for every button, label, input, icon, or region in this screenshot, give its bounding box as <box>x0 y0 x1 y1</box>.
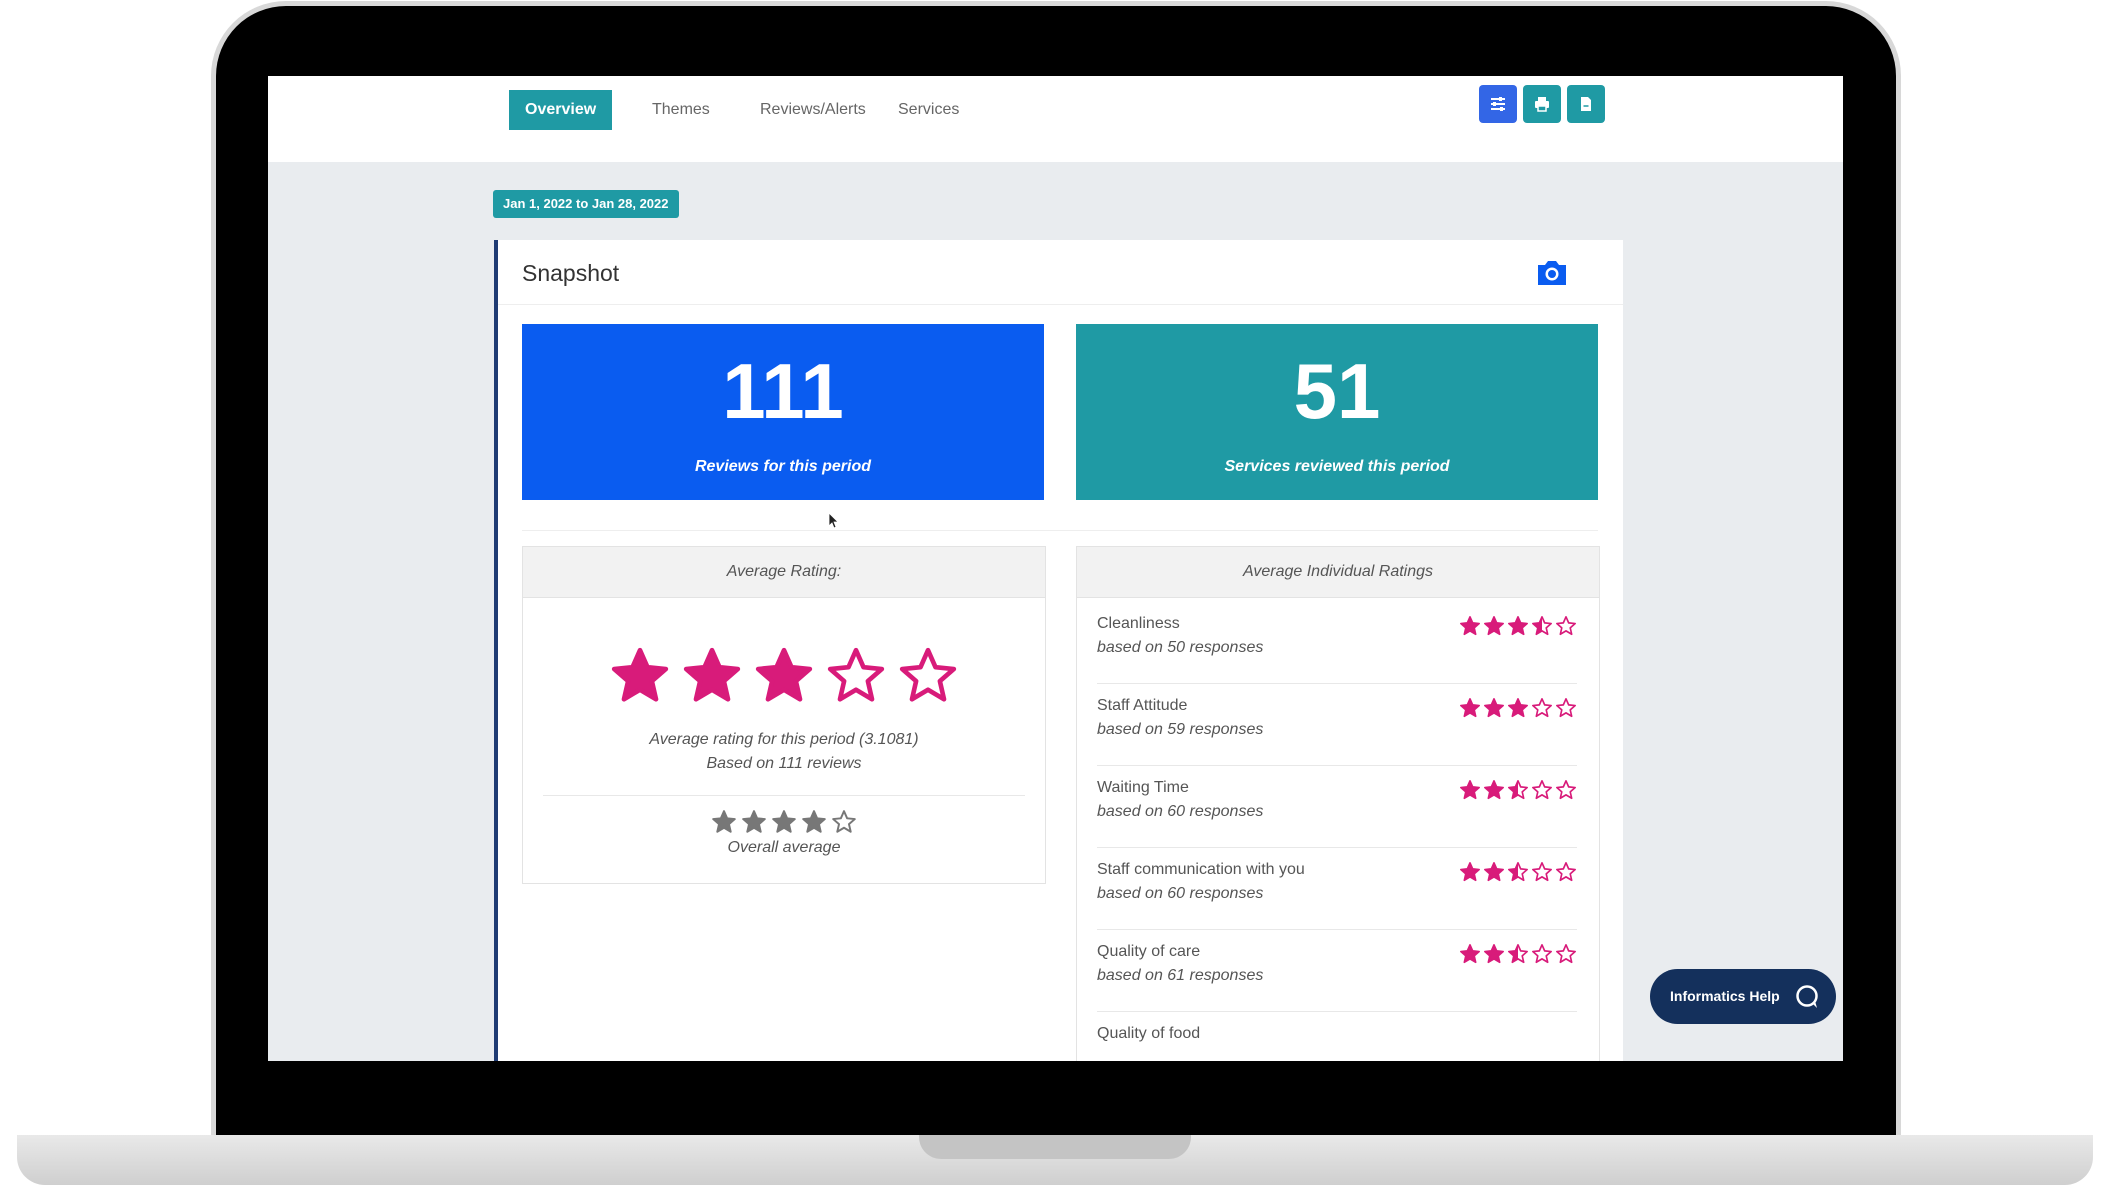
reviews-count: 111 <box>722 347 844 435</box>
rating-star-icon <box>1532 862 1552 882</box>
services-count: 51 <box>1293 347 1381 435</box>
overall-star-icon <box>772 810 796 833</box>
services-label: Services reviewed this period <box>1224 458 1450 475</box>
rating-star-icon <box>1484 944 1504 964</box>
divider <box>522 530 1598 531</box>
rating-responses: based on 50 responses <box>1097 639 1264 656</box>
filter-button[interactable] <box>1479 85 1517 123</box>
rating-star-icon <box>611 647 669 702</box>
rating-row: Quality of food <box>1097 1011 1577 1061</box>
rating-star-icon <box>1508 616 1528 636</box>
mouse-cursor-icon <box>829 513 839 529</box>
rating-row: Staff Attitude based on 59 responses <box>1097 683 1577 766</box>
rating-name: Waiting Time <box>1097 779 1189 796</box>
based-on-text: Based on 111 reviews <box>706 755 862 772</box>
rating-responses: based on 60 responses <box>1097 885 1264 902</box>
sliders-icon <box>1491 97 1505 111</box>
average-rating-text: Average rating for this period (3.1081) <box>649 731 919 748</box>
average-rating-stars <box>523 645 1045 712</box>
app-screen: Overview Themes Reviews/Alerts Services … <box>268 76 1843 1061</box>
average-rating-card: Average Rating: Average rating for this … <box>522 546 1046 884</box>
rating-star-icon <box>1532 944 1552 964</box>
rating-star-icon <box>1484 780 1504 800</box>
snapshot-panel: Snapshot 111 Reviews for this period 51 … <box>494 240 1623 1061</box>
tab-services[interactable]: Services <box>882 90 975 130</box>
rating-row: Staff communication with you based on 60 … <box>1097 847 1577 930</box>
chat-bubble-icon <box>1796 985 1818 1008</box>
tab-themes[interactable]: Themes <box>636 90 726 130</box>
individual-ratings-header: Average Individual Ratings <box>1077 547 1599 598</box>
rating-star-icon <box>1532 698 1552 718</box>
help-label: Informatics Help <box>1670 988 1780 1004</box>
rating-star-icon <box>1508 862 1528 882</box>
overall-star-icon <box>742 810 766 833</box>
rating-star-icon <box>683 647 741 702</box>
reviews-label: Reviews for this period <box>694 458 872 475</box>
top-nav: Overview Themes Reviews/Alerts Services <box>268 76 1843 162</box>
document-icon <box>1581 97 1591 111</box>
print-button[interactable] <box>1523 85 1561 123</box>
printer-icon <box>1535 97 1549 112</box>
rating-star-icon <box>899 647 957 702</box>
rating-name: Staff Attitude <box>1097 697 1188 714</box>
rating-star-icon <box>1484 616 1504 636</box>
export-button[interactable] <box>1567 85 1605 123</box>
laptop-notch <box>919 1135 1191 1159</box>
tab-overview[interactable]: Overview <box>509 90 613 130</box>
rating-star-icon <box>1508 780 1528 800</box>
rating-row: Waiting Time based on 60 responses <box>1097 765 1577 848</box>
rating-row: Cleanliness based on 50 responses <box>1097 601 1577 684</box>
rating-responses: based on 61 responses <box>1097 967 1264 984</box>
camera-icon[interactable] <box>1535 258 1569 288</box>
rating-star-icon <box>1532 616 1552 636</box>
rating-name: Staff communication with you <box>1097 861 1305 878</box>
overall-star-icon <box>802 810 826 833</box>
overall-average-stars <box>523 809 1045 840</box>
overall-star-icon <box>832 810 856 833</box>
divider <box>543 795 1025 796</box>
individual-ratings-card: Average Individual Ratings Cleanliness ba… <box>1076 546 1600 1061</box>
rating-star-icon <box>1556 780 1576 800</box>
rating-stars <box>1457 943 1577 970</box>
divider <box>498 304 1623 305</box>
rating-star-icon <box>1508 698 1528 718</box>
rating-star-icon <box>755 647 813 702</box>
rating-stars <box>1457 697 1577 724</box>
rating-star-icon <box>1508 944 1528 964</box>
rating-star-icon <box>1556 698 1576 718</box>
rating-star-icon <box>1556 862 1576 882</box>
overall-average-label: Overall average <box>727 839 841 856</box>
rating-star-icon <box>1484 698 1504 718</box>
rating-star-icon <box>1460 616 1480 636</box>
tab-reviews-alerts[interactable]: Reviews/Alerts <box>744 90 882 130</box>
rating-star-icon <box>1460 780 1480 800</box>
rating-name: Cleanliness <box>1097 615 1180 632</box>
services-stat-card: 51 Services reviewed this period <box>1076 324 1598 500</box>
rating-responses: based on 60 responses <box>1097 803 1264 820</box>
rating-row: Quality of care based on 61 responses <box>1097 929 1577 1012</box>
snapshot-title: Snapshot <box>522 260 620 286</box>
rating-star-icon <box>1460 944 1480 964</box>
rating-stars <box>1457 615 1577 642</box>
rating-star-icon <box>1484 862 1504 882</box>
overall-star-icon <box>712 810 736 833</box>
reviews-stat-card: 111 Reviews for this period <box>522 324 1044 500</box>
rating-star-icon <box>1532 780 1552 800</box>
rating-name: Quality of food <box>1097 1025 1201 1042</box>
rating-stars <box>1457 861 1577 888</box>
date-range-badge: Jan 1, 2022 to Jan 28, 2022 <box>493 190 679 218</box>
average-rating-header: Average Rating: <box>523 547 1045 598</box>
rating-star-icon <box>827 647 885 702</box>
rating-responses: based on 59 responses <box>1097 721 1264 738</box>
rating-name: Quality of care <box>1097 943 1201 960</box>
rating-stars <box>1457 779 1577 806</box>
informatics-help-button[interactable]: Informatics Help <box>1650 969 1836 1024</box>
rating-star-icon <box>1460 862 1480 882</box>
rating-star-icon <box>1556 616 1576 636</box>
rating-star-icon <box>1460 698 1480 718</box>
rating-star-icon <box>1556 944 1576 964</box>
